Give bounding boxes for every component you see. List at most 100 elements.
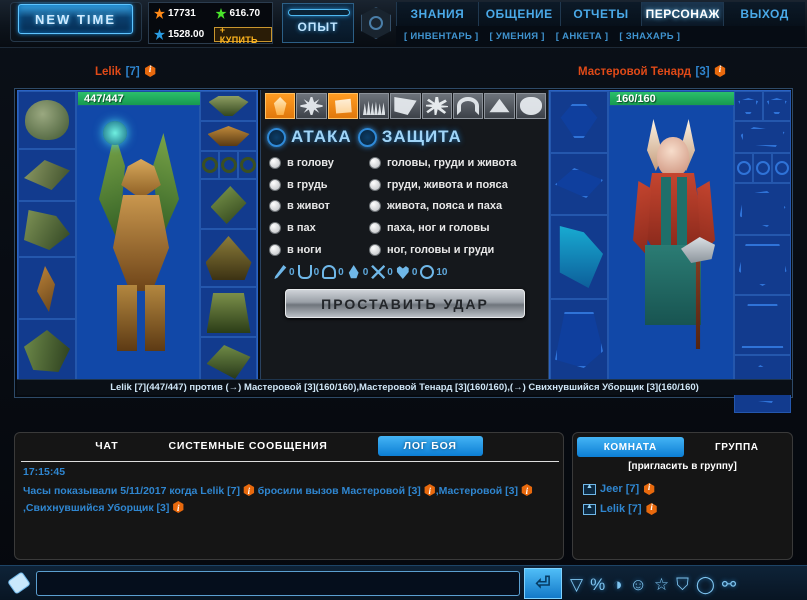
subnav-healer[interactable]: [ ЗНАХАРЬ ] [619,31,680,42]
info-icon[interactable] [646,503,657,515]
info-icon[interactable] [521,484,533,496]
ability-flame-icon[interactable] [265,93,296,119]
ability-triangle-icon[interactable] [484,93,515,119]
percent-icon[interactable]: % [590,576,605,593]
invite-member-icon[interactable] [583,503,596,515]
info-icon[interactable] [145,65,156,77]
info-icon[interactable] [243,484,255,496]
share-icon[interactable]: ⚯ [722,576,736,593]
enemy-slot-chain[interactable] [550,215,608,299]
tab-room[interactable]: КОМНАТА [577,437,684,457]
radio-icon[interactable] [369,243,381,256]
log-player-2[interactable]: Мастеровой [3] [342,485,421,497]
enemy-slot-armor[interactable] [734,235,791,295]
game-logo[interactable]: NEW TIME [18,4,133,34]
subnav-skills[interactable]: [ УМЕНИЯ ] [489,31,544,42]
defence-option-5[interactable]: ног, головы и груди [369,240,544,259]
buy-button[interactable]: + КУПИТЬ [213,25,272,45]
equip-slot-gloves[interactable] [18,201,76,257]
attack-option-chest[interactable]: в грудь [269,176,369,195]
experience-panel[interactable]: ОПЫТ [282,3,354,43]
invite-to-group-link[interactable]: [пригласить в группу] [573,461,792,472]
attack-option-legs[interactable]: в ноги [269,240,369,259]
enemy-slot-boots[interactable] [550,299,608,382]
equip-slot-extra[interactable] [200,337,257,385]
nav-item-communication[interactable]: ОБЩЕНИЕ [477,2,560,26]
radio-icon[interactable] [269,157,281,170]
log-player-3[interactable]: Мастеровой [3] [439,485,518,497]
nav-item-knowledge[interactable]: ЗНАНИЯ [396,2,478,26]
enemy-slot-ring-3[interactable] [772,153,791,183]
radio-icon[interactable] [269,243,281,256]
chat-input[interactable] [36,571,520,596]
filter-icon[interactable]: ▽ [570,576,583,593]
enemy-slot-amulet-2[interactable] [762,91,791,121]
equip-slot-shoulder[interactable] [18,149,76,201]
info-icon[interactable] [643,483,655,495]
enemy-slot-helmet[interactable] [550,91,608,153]
enemy-slot-ring-2[interactable] [753,153,772,183]
defence-option-2[interactable]: груди, живота и пояса [369,176,544,195]
equip-slot-pants[interactable] [200,287,257,337]
ability-horseshoe-icon[interactable] [452,93,484,119]
subnav-inventory[interactable]: [ ИНВЕНТАРЬ ] [404,31,478,42]
attack-option-groin[interactable]: в пах [269,219,369,238]
submit-hit-button[interactable]: ПРОСТАВИТЬ УДАР [285,289,525,318]
attack-option-stomach[interactable]: в живот [269,197,369,216]
enemy-slot-amulet-1[interactable] [734,91,763,121]
nav-item-exit[interactable]: ВЫХОД [723,2,805,26]
mode-defence[interactable]: ЗАЩИТА [357,127,462,147]
list-item[interactable]: Lelik [7] [583,499,658,519]
defence-option-3[interactable]: живота, пояса и паха [369,197,544,216]
defence-option-1[interactable]: головы, груди и живота [369,154,544,173]
equip-slot-ring-3[interactable] [238,151,257,179]
nav-item-reports[interactable]: ОТЧЕТЫ [559,2,642,26]
circle-icon[interactable]: ◯ [696,576,715,593]
defence-option-4[interactable]: паха, ног и головы [369,219,544,238]
enemy-slot-pants[interactable] [734,295,791,355]
info-icon[interactable] [424,484,435,496]
nav-item-character[interactable]: ПЕРСОНАЖ [641,2,724,26]
radio-icon[interactable] [369,178,381,191]
ability-star-icon[interactable] [421,93,452,119]
smiley-icon[interactable]: ☺ [629,576,646,593]
equip-slot-boots[interactable] [18,319,76,382]
info-icon[interactable] [173,501,184,513]
attack-option-head[interactable]: в голову [269,154,369,173]
radio-icon[interactable] [269,178,281,191]
enemy-slot-gloves[interactable] [734,183,791,235]
enemy-slot-ring-1[interactable] [734,153,753,183]
radio-icon[interactable] [369,200,381,213]
tab-group[interactable]: ГРУППА [684,437,791,457]
equip-slot-weapon-left[interactable] [18,257,76,319]
equip-slot-bracer[interactable] [200,179,257,229]
equip-slot-helmet[interactable] [18,91,76,149]
enemy-slot-band[interactable] [734,121,791,153]
radio-icon[interactable] [369,157,381,170]
equip-slot-mask[interactable] [200,91,257,121]
enemy-slot-shoulder[interactable] [550,153,608,215]
ability-wing-icon[interactable] [390,93,421,119]
radio-icon[interactable] [269,222,281,235]
ability-sun-icon[interactable] [296,93,327,119]
contrast-icon[interactable]: ◑ [612,576,622,593]
log-player-1[interactable]: Lelik [7] [200,485,240,497]
equip-slot-belt[interactable] [200,229,257,287]
group-icon[interactable]: ⛉ [676,576,689,593]
ability-spikes-icon[interactable] [358,93,390,119]
radio-icon[interactable] [369,222,381,235]
tab-chat[interactable]: ЧАТ [95,440,118,452]
radio-icon[interactable] [269,200,281,213]
equip-slot-amulet[interactable] [200,121,257,151]
info-icon[interactable] [714,65,726,77]
tab-system-messages[interactable]: СИСТЕМНЫЕ СООБЩЕНИЯ [168,440,327,452]
invite-member-icon[interactable] [583,483,596,495]
equip-slot-ring-1[interactable] [200,151,219,179]
pen-icon[interactable] [7,571,31,595]
log-player-4[interactable]: Свихнувшийся Уборщик [3] [26,502,169,514]
ability-shell-icon[interactable] [515,93,546,119]
subnav-profile[interactable]: [ АНКЕТА ] [556,31,609,42]
send-button[interactable]: ⏎ [524,568,562,599]
list-item[interactable]: Jeer [7] [583,479,658,499]
equip-slot-ring-2[interactable] [219,151,238,179]
